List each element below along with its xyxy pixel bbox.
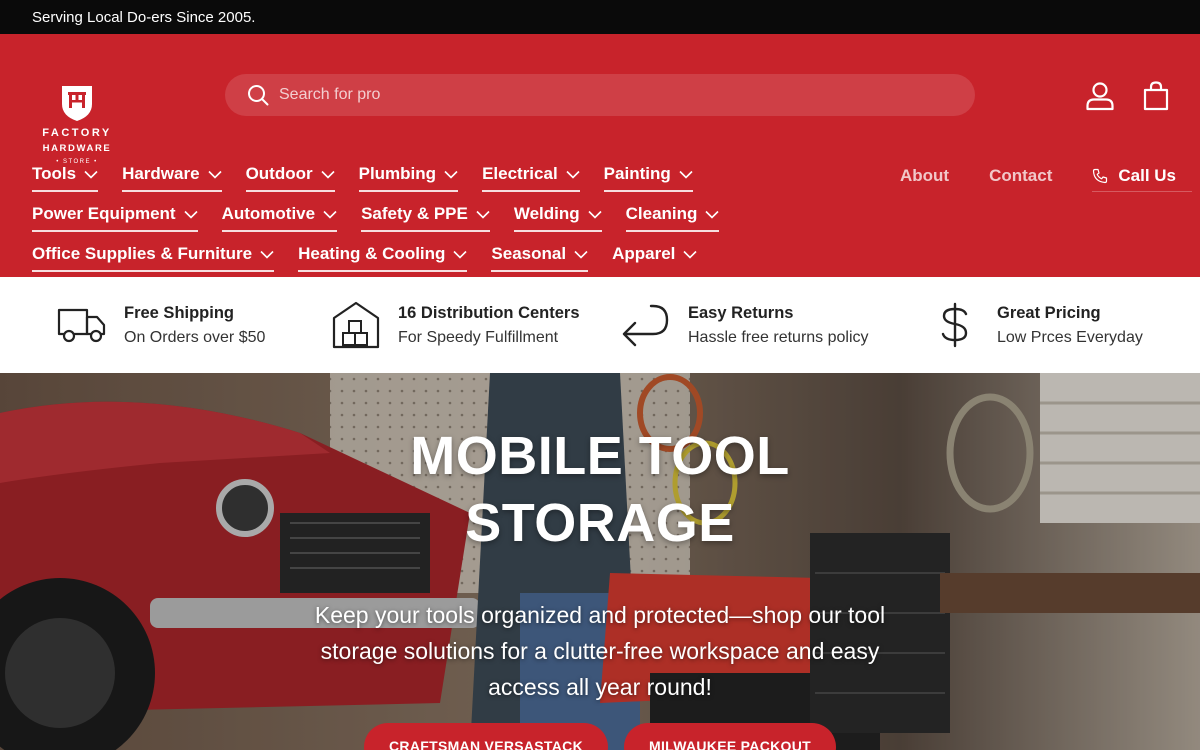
feature-strip: Free Shipping On Orders over $50 16 Dist… [0,277,1200,373]
milwaukee-packout-button[interactable]: MILWAUKEE PACKOUT [624,723,836,750]
chevron-down-icon [84,170,98,179]
nav-label: Welding [513,204,580,223]
nav-item-plumbing[interactable]: Plumbing [358,160,459,192]
nav-item-office-supplies[interactable]: Office Supplies & Furniture [32,240,275,272]
hero-title-line1: MOBILE TOOL [410,426,790,486]
logo-line2: HARDWARE [42,143,112,154]
announcement-bar: Serving Local Do-ers Since 2005. [0,0,1200,34]
nav-item-power-equipment[interactable]: Power Equipment [32,200,198,232]
warehouse-icon [332,301,380,349]
main-nav-row-1: Tools Hardware Outdoor Plumbing Electric… [32,160,717,192]
search-icon [248,85,269,106]
chevron-down-icon [566,170,580,179]
chevron-down-icon [574,250,588,259]
nav-label: Cleaning [625,204,698,223]
nav-item-cleaning[interactable]: Cleaning [625,200,720,232]
chevron-down-icon [184,210,198,219]
cart-bag-icon[interactable] [1140,80,1172,112]
logo-shield-icon [62,86,92,121]
chevron-down-icon [321,170,335,179]
announcement-text: Serving Local Do-ers Since 2005. [32,8,256,26]
main-nav-row-2: Power Equipment Automotive Safety & PPE … [32,200,743,232]
feature-easy-returns: Easy Returns Hassle free returns policy [620,299,869,351]
site-header: FACTORY HARDWARE • STORE • Tools Hardwar… [0,34,1200,277]
account-icon[interactable] [1084,80,1116,112]
feature-title: 16 Distribution Centers [398,303,580,322]
craftsman-versastack-button[interactable]: CRAFTSMAN VERSASTACK [364,723,608,750]
nav-label: Heating & Cooling [298,244,446,263]
contact-link[interactable]: Contact [989,166,1052,186]
nav-item-electrical[interactable]: Electrical [482,160,580,192]
feature-distribution: 16 Distribution Centers For Speedy Fulfi… [330,299,580,351]
hero-title-line2: STORAGE [465,493,735,553]
feature-great-pricing: Great Pricing Low Prces Everyday [929,299,1143,351]
truck-icon [57,308,106,343]
hero-title: MOBILE TOOL STORAGE [0,423,1200,557]
feature-free-shipping: Free Shipping On Orders over $50 [56,299,265,351]
nav-label: Power Equipment [32,204,176,223]
nav-item-seasonal[interactable]: Seasonal [491,240,589,272]
chevron-down-icon [453,250,467,259]
nav-label: Hardware [122,164,200,183]
feature-title: Easy Returns [688,303,794,322]
nav-label: Plumbing [358,164,437,183]
nav-item-apparel[interactable]: Apparel [612,240,697,272]
chevron-down-icon [207,170,222,179]
nav-label: Outdoor [245,164,313,183]
hero-description: Keep your tools organized and protected—… [314,602,886,700]
chevron-down-icon [683,250,697,259]
nav-item-tools[interactable]: Tools [32,160,99,192]
nav-label: Tools [32,164,77,183]
chevron-down-icon [260,250,274,259]
chevron-down-icon [705,210,720,219]
nav-label: Apparel [612,244,676,263]
hero-banner: MOBILE TOOL STORAGE Keep your tools orga… [0,373,1200,750]
hero-buttons: CRAFTSMAN VERSASTACK MILWAUKEE PACKOUT [0,723,1200,750]
nav-item-painting[interactable]: Painting [603,160,693,192]
about-link[interactable]: About [900,166,949,186]
nav-label: Painting [603,164,671,183]
chevron-down-icon [476,210,490,219]
nav-item-safety-ppe[interactable]: Safety & PPE [361,200,490,232]
nav-label: Office Supplies & Furniture [32,244,253,263]
chevron-down-icon [679,170,693,179]
dollar-icon [941,302,968,348]
phone-icon [1093,168,1108,183]
feature-subtitle: For Speedy Fulfillment [398,328,559,346]
call-us-label: Call Us [1118,165,1177,185]
nav-label: Seasonal [491,244,567,263]
feature-title: Great Pricing [997,303,1101,322]
nav-item-welding[interactable]: Welding [513,200,602,232]
nav-item-outdoor[interactable]: Outdoor [245,160,335,192]
search-input[interactable] [279,86,919,104]
nav-label: Electrical [482,164,558,183]
nav-label: Automotive [221,204,316,223]
hero-content: MOBILE TOOL STORAGE Keep your tools orga… [0,423,1200,705]
nav-label: Safety & PPE [361,204,468,223]
feature-subtitle: On Orders over $50 [124,328,266,346]
chevron-down-icon [323,210,337,219]
return-arrow-icon [622,304,669,347]
call-us-link[interactable]: Call Us [1092,160,1193,192]
chevron-down-icon [588,210,602,219]
nav-item-automotive[interactable]: Automotive [221,200,338,232]
chevron-down-icon [444,170,458,179]
main-nav-row-3: Office Supplies & Furniture Heating & Co… [32,240,721,272]
secondary-links: About Contact Call Us [900,160,1193,192]
nav-item-heating-cooling[interactable]: Heating & Cooling [298,240,468,272]
search-bar[interactable] [225,74,975,116]
feature-title: Free Shipping [124,303,235,322]
logo-line1: FACTORY [42,127,112,139]
feature-subtitle: Low Prces Everyday [997,328,1143,346]
feature-subtitle: Hassle free returns policy [688,328,869,346]
nav-item-hardware[interactable]: Hardware [122,160,222,192]
